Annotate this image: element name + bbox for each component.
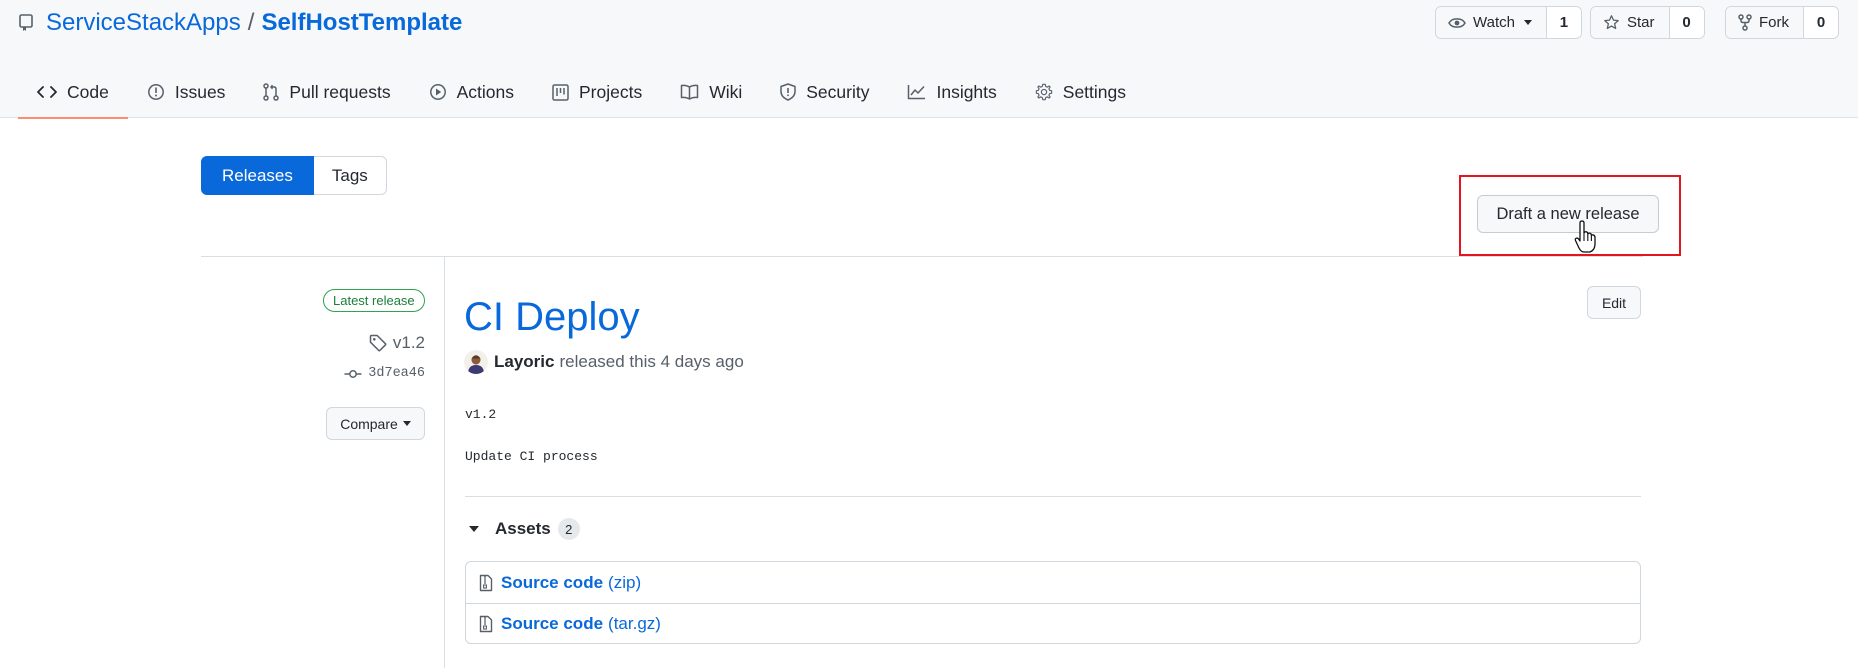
tab-label: Issues	[174, 81, 226, 102]
tab-insights[interactable]: Insights	[888, 66, 1015, 118]
assets-divider	[465, 496, 1641, 497]
pull-request-icon	[263, 83, 280, 101]
tab-label: Pull requests	[289, 81, 391, 102]
repo-owner-link[interactable]: ServiceStackApps	[46, 8, 241, 38]
tab-projects[interactable]: Projects	[533, 66, 661, 118]
compare-label: Compare	[340, 415, 398, 432]
tab-settings[interactable]: Settings	[1016, 66, 1145, 118]
gear-icon	[1035, 83, 1052, 101]
timeline-divider	[444, 256, 445, 668]
star-label: Star	[1627, 14, 1655, 31]
releases-tab[interactable]: Releases	[201, 156, 314, 195]
fork-label: Fork	[1759, 14, 1789, 31]
issue-icon	[147, 84, 164, 100]
tab-label: Settings	[1062, 81, 1127, 102]
book-icon	[680, 84, 699, 100]
fork-count[interactable]: 0	[1804, 7, 1838, 38]
avatar[interactable]	[464, 350, 488, 374]
asset-format: (tar.gz)	[608, 614, 661, 633]
tab-label: Projects	[578, 81, 643, 102]
fork-icon	[1738, 14, 1752, 31]
triangle-down-icon	[469, 526, 479, 532]
watch-count[interactable]: 1	[1546, 7, 1581, 38]
watch-label: Watch	[1473, 14, 1515, 31]
watch-control: Watch 1	[1435, 6, 1582, 39]
star-icon	[1604, 15, 1619, 30]
chevron-down-icon	[402, 421, 411, 426]
commit-sha: 3d7ea46	[368, 366, 425, 381]
release-author-line: Layoric released this 4 days ago	[464, 350, 744, 374]
repo-tabs: Code Issues Pull requests Actions Projec…	[18, 66, 1145, 119]
play-icon	[429, 84, 446, 100]
asset-label: Source code	[501, 614, 604, 633]
repo-separator: /	[247, 9, 255, 36]
author-link[interactable]: Layoric	[494, 352, 554, 372]
code-icon	[37, 86, 57, 98]
assets-count: 2	[557, 518, 580, 540]
draft-new-release-button[interactable]: Draft a new release	[1477, 195, 1659, 233]
assets-toggle[interactable]: Assets 2	[466, 518, 580, 540]
released-text: released this 4 days ago	[559, 352, 744, 371]
fork-control: Fork 0	[1725, 6, 1839, 39]
compare-button[interactable]: Compare	[326, 407, 425, 440]
eye-icon	[1448, 17, 1466, 28]
repo-name-link[interactable]: SelfHostTemplate	[261, 8, 462, 38]
repo-icon	[19, 13, 35, 33]
tab-label: Actions	[456, 81, 514, 102]
latest-release-badge: Latest release	[323, 289, 425, 312]
file-zip-icon	[479, 615, 493, 633]
asset-item[interactable]: Source code (zip)	[466, 562, 1640, 603]
star-control: Star 0	[1590, 6, 1705, 39]
release-tag[interactable]: v1.2	[369, 333, 425, 353]
release-title[interactable]: CI Deploy	[464, 292, 640, 342]
tag-icon	[369, 334, 387, 352]
tab-code[interactable]: Code	[18, 66, 128, 119]
tab-label: Wiki	[709, 81, 743, 102]
release-body-line: Update CI process	[465, 449, 598, 464]
release-body-line: v1.2	[465, 407, 497, 422]
tags-tab[interactable]: Tags	[313, 156, 387, 195]
release-commit[interactable]: 3d7ea46	[344, 366, 425, 381]
watch-button[interactable]: Watch	[1436, 7, 1547, 38]
repo-title: ServiceStackApps / SelfHostTemplate	[19, 8, 462, 38]
tab-label: Security	[806, 81, 870, 102]
section-divider	[201, 256, 1643, 257]
edit-button[interactable]: Edit	[1587, 286, 1641, 319]
graph-icon	[908, 85, 926, 100]
fork-button[interactable]: Fork	[1726, 7, 1804, 38]
hand-cursor-icon	[1574, 220, 1596, 253]
releases-subnav: Releases Tags	[201, 156, 387, 195]
tab-wiki[interactable]: Wiki	[661, 66, 761, 118]
tag-label: v1.2	[392, 333, 425, 352]
star-count[interactable]: 0	[1669, 7, 1704, 38]
tab-security[interactable]: Security	[761, 66, 888, 118]
chevron-down-icon	[1523, 20, 1532, 25]
tab-label: Insights	[936, 81, 997, 102]
star-button[interactable]: Star	[1591, 7, 1670, 38]
repo-header: ServiceStackApps / SelfHostTemplate Watc…	[0, 0, 1858, 119]
tab-label: Code	[67, 81, 109, 102]
assets-list: Source code (zip) Source code (tar.gz)	[465, 561, 1641, 644]
tab-issues[interactable]: Issues	[128, 66, 245, 118]
project-icon	[552, 83, 569, 101]
commit-icon	[344, 369, 362, 378]
tab-actions[interactable]: Actions	[410, 66, 533, 118]
asset-label: Source code	[501, 572, 604, 592]
tab-pull-requests[interactable]: Pull requests	[244, 66, 409, 118]
shield-icon	[780, 83, 796, 101]
asset-item[interactable]: Source code (tar.gz)	[466, 603, 1640, 644]
file-zip-icon	[479, 574, 493, 591]
asset-format: (zip)	[608, 572, 642, 592]
assets-label: Assets	[495, 519, 551, 538]
